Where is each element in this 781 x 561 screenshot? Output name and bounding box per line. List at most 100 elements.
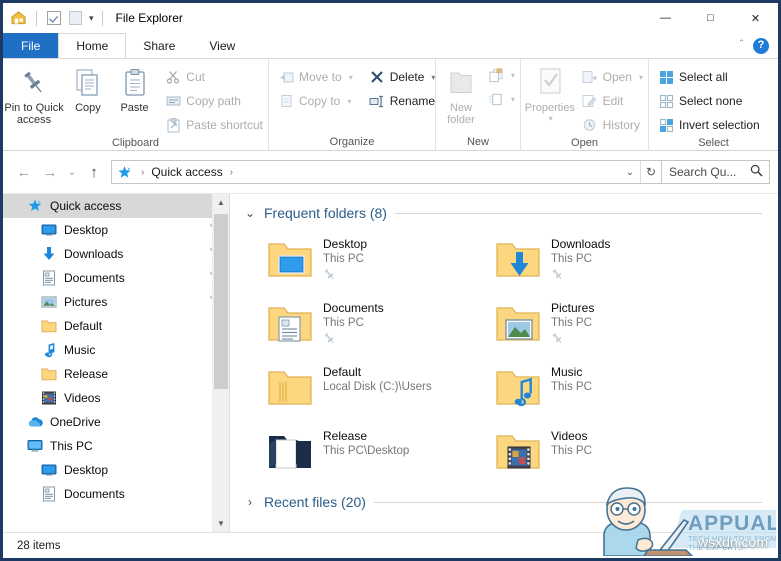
copy-to-caret-icon[interactable]: ▾: [347, 97, 351, 106]
section-header-frequent-folders[interactable]: ⌄ Frequent folders (8): [230, 194, 778, 221]
pin-icon[interactable]: [551, 268, 610, 284]
move-to-button[interactable]: Move to ▾: [275, 66, 358, 88]
ribbon-group-label-select: Select: [698, 137, 729, 149]
copy-path-button[interactable]: Copy path: [162, 90, 268, 112]
sidebar-item-desktop[interactable]: Desktop: [3, 218, 229, 242]
folder-tile-location: This PC: [323, 317, 364, 329]
recent-locations-button[interactable]: ⌄: [63, 159, 81, 185]
tab-home[interactable]: Home: [58, 33, 127, 58]
search-input[interactable]: Search Qu...: [662, 160, 770, 184]
qat-separator: [36, 10, 37, 26]
maximize-button[interactable]: □: [688, 3, 733, 33]
folder-tile-name: Documents: [323, 301, 384, 315]
refresh-icon[interactable]: ↻: [640, 161, 661, 183]
folder-tile[interactable]: Documents This PC: [266, 294, 494, 358]
sidebar-item-music[interactable]: Music: [3, 338, 229, 362]
breadcrumb-separator-1: ›: [141, 166, 145, 178]
pin-icon[interactable]: [323, 332, 384, 348]
easy-access-button[interactable]: ▾: [485, 88, 520, 110]
folder-tile-location: Local Disk (C:)\Users: [323, 381, 432, 393]
cut-button[interactable]: Cut: [162, 66, 268, 88]
folder-tile[interactable]: Music This PC: [494, 358, 722, 422]
sidebar-item-documents[interactable]: Documents: [3, 482, 229, 506]
up-button[interactable]: ↑: [81, 159, 107, 185]
chevron-down-icon[interactable]: ⌄: [244, 206, 256, 220]
scroll-down-icon[interactable]: ▼: [213, 515, 229, 532]
open-caret-icon[interactable]: ▾: [639, 73, 643, 82]
sidebar-item-videos[interactable]: Videos: [3, 386, 229, 410]
folder-tile-info: Default Local Disk (C:)\Users: [323, 362, 432, 395]
sidebar-item-label: Music: [64, 343, 96, 357]
sidebar-item-pictures[interactable]: Pictures: [3, 290, 229, 314]
folder-tile[interactable]: Downloads This PC: [494, 230, 722, 294]
rename-button[interactable]: Rename: [366, 90, 441, 112]
paste-icon: [122, 66, 148, 100]
sidebar-item-this-pc[interactable]: This PC: [3, 434, 229, 458]
folder-tile-location: This PC: [551, 445, 592, 457]
forward-button[interactable]: →: [37, 159, 63, 185]
easy-access-caret-icon[interactable]: ▾: [511, 95, 515, 104]
pin-icon[interactable]: [323, 268, 367, 284]
folder-tile[interactable]: Default Local Disk (C:)\Users: [266, 358, 494, 422]
sidebar-item-documents[interactable]: Documents: [3, 266, 229, 290]
folder-default-icon: [266, 362, 314, 410]
tab-file[interactable]: File: [3, 33, 59, 58]
sidebar-item-default[interactable]: Default: [3, 314, 229, 338]
close-button[interactable]: ✕: [733, 3, 778, 33]
select-all-button[interactable]: Select all: [655, 66, 765, 88]
back-button[interactable]: ←: [11, 159, 37, 185]
edit-button[interactable]: Edit: [579, 90, 648, 112]
address-bar[interactable]: › Quick access › ⌄ ↻: [111, 160, 662, 184]
properties-button[interactable]: Properties ▾: [523, 63, 577, 123]
pin-icon[interactable]: [551, 332, 594, 348]
new-folder-button[interactable]: New folder: [438, 63, 484, 126]
properties-checkbox-icon[interactable]: [45, 10, 62, 27]
new-item-button[interactable]: ▾: [485, 64, 520, 86]
paste-shortcut-button[interactable]: Paste shortcut: [162, 114, 268, 136]
sidebar-item-release[interactable]: Release: [3, 362, 229, 386]
select-all-label: Select all: [679, 70, 728, 84]
folder-icon: [41, 366, 57, 382]
paste-button[interactable]: Paste: [111, 63, 159, 114]
folder-tile[interactable]: Desktop This PC: [266, 230, 494, 294]
sidebar-item-desktop[interactable]: Desktop: [3, 458, 229, 482]
new-item-caret-icon[interactable]: ▾: [511, 71, 515, 80]
sidebar-item-quick-access[interactable]: Quick access: [3, 194, 229, 218]
breadcrumb-quick-access[interactable]: Quick access: [149, 165, 224, 179]
open-button[interactable]: Open ▾: [579, 66, 648, 88]
invert-selection-button[interactable]: Invert selection: [655, 114, 765, 136]
music-note-icon: [41, 342, 57, 358]
scrollbar-thumb[interactable]: [214, 214, 228, 389]
copy-button[interactable]: Copy: [65, 63, 111, 114]
easy-access-icon: [488, 91, 504, 107]
sidebar-item-label: Videos: [64, 391, 101, 405]
move-to-caret-icon[interactable]: ▾: [349, 73, 353, 82]
customize-caret-icon[interactable]: ▾: [89, 13, 94, 23]
breadcrumb-separator-2[interactable]: ›: [225, 167, 238, 178]
history-button[interactable]: History: [579, 114, 648, 136]
folder-tile[interactable]: Pictures This PC: [494, 294, 722, 358]
help-icon[interactable]: ?: [753, 37, 769, 54]
folder-tile[interactable]: Release This PC\Desktop: [266, 422, 494, 486]
properties-caret-icon[interactable]: ▾: [549, 114, 553, 123]
scroll-up-icon[interactable]: ▲: [213, 194, 229, 211]
delete-label: Delete: [389, 70, 425, 84]
collapse-ribbon-icon[interactable]: ＾: [736, 38, 747, 54]
select-none-button[interactable]: Select none: [655, 90, 765, 112]
copy-to-button[interactable]: Copy to ▾: [275, 90, 358, 112]
pin-to-quick-access-button[interactable]: Pin to Quick access: [3, 63, 65, 126]
tab-share[interactable]: Share: [126, 33, 192, 58]
address-dropdown-icon[interactable]: ⌄: [620, 161, 640, 183]
delete-button[interactable]: Delete ▾: [366, 66, 441, 88]
new-folder-icon[interactable]: [67, 10, 84, 27]
navigation-scrollbar[interactable]: ▲ ▼: [212, 194, 229, 532]
sidebar-item-downloads[interactable]: Downloads: [3, 242, 229, 266]
section-header-recent-files[interactable]: › Recent files (20): [230, 486, 778, 510]
sidebar-item-onedrive[interactable]: OneDrive: [3, 410, 229, 434]
chevron-right-icon[interactable]: ›: [244, 495, 256, 509]
explorer-home-icon[interactable]: [11, 10, 28, 27]
folder-tile[interactable]: Videos This PC: [494, 422, 722, 486]
open-small-buttons: Open ▾ Edit History: [579, 63, 648, 136]
minimize-button[interactable]: —: [643, 3, 688, 33]
tab-view[interactable]: View: [192, 33, 252, 58]
